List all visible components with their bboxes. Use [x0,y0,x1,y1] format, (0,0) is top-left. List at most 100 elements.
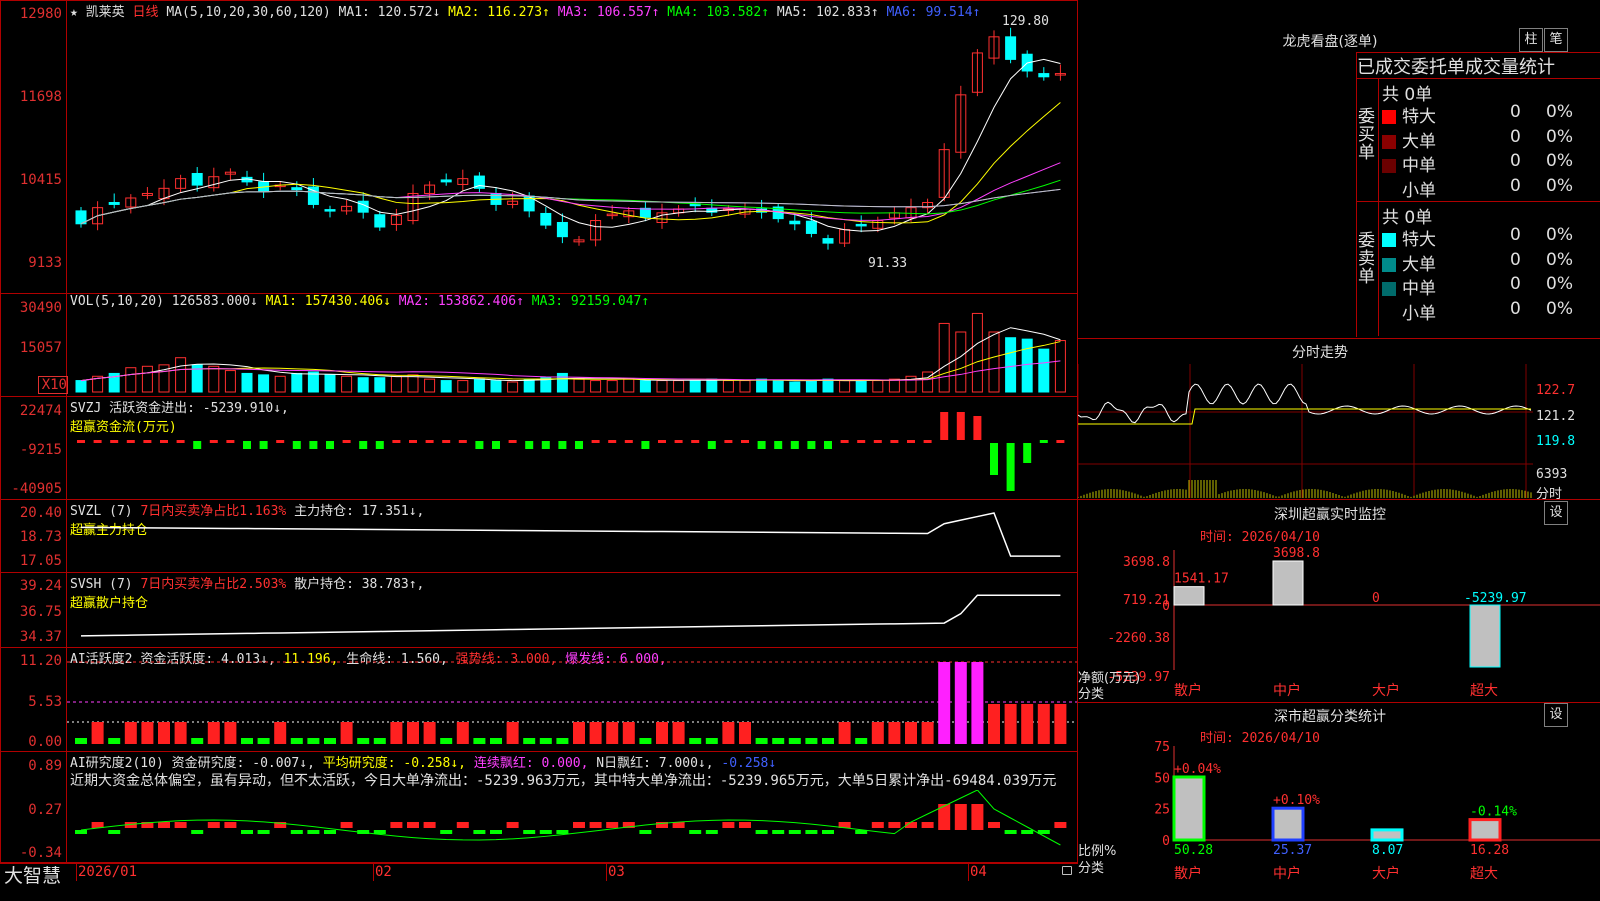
ss-bar [1370,828,1404,842]
tab-orders[interactable]: 委托单 [1411,57,1465,78]
activity-bar [357,738,370,744]
intraday-chart[interactable] [1078,364,1600,498]
buy-orders-label: 委买单 [1358,107,1375,163]
research-bar [639,830,652,834]
volume-chart[interactable] [67,308,1077,394]
ss-title: 深市超赢分类统计 [1274,709,1386,725]
bar-mode-button[interactable]: 柱 [1519,28,1543,52]
candle-body [1005,36,1017,60]
activity-bar [1004,704,1017,744]
candle-body [108,202,120,205]
fund-flow-bar [458,440,467,443]
lhb-col-divider [1378,78,1379,336]
volume-bar [656,380,668,393]
volume-bar [374,377,386,393]
activity-bar [456,722,469,744]
activity-bar [1037,704,1050,744]
svzj-axis-tick: -9215 [19,442,62,458]
activity-bar [938,662,951,744]
ss-value-label: 50.28 [1174,843,1213,858]
research-bar [473,830,486,834]
volume-bar [722,380,734,393]
price-high-label: 129.80 [1002,14,1049,29]
fund-flow-bar [425,440,434,443]
candle-body [556,221,568,238]
activity-bar [739,722,751,744]
svsh-chart[interactable] [67,573,1077,647]
research-bar [241,830,253,834]
fund-flow-bar [359,441,368,449]
ss-value-label: 25.37 [1273,843,1312,858]
sz-axis-tick: 0 [1162,599,1170,614]
order-pct: 0% [1546,249,1573,270]
activity-bar [274,722,287,744]
fund-flow-bar [790,441,799,449]
order-pct: 0% [1546,126,1573,147]
order-row: 中单 0 0% [1382,274,1600,299]
fund-flow-bar [541,441,550,449]
activity-bar [722,722,735,744]
volume-bar [706,378,718,393]
svzl-chart[interactable] [67,500,1077,572]
ai1-axis-tick: 5.53 [28,694,62,710]
fund-flow-bar [77,440,85,443]
volume-ma-line [80,327,1061,382]
fund-flow-bar [475,441,484,449]
ma-line [80,102,1061,225]
fund-flow-bar [575,441,583,449]
fund-flow-bar [160,440,168,443]
activity-bar [158,722,170,744]
activity-bar [788,738,801,744]
trade-mode-button[interactable]: 笔 [1544,28,1568,52]
fund-flow-bar [940,412,949,440]
research-bar [739,822,751,828]
candle-body [324,209,336,212]
ai2-a: 资金研究度: -0.007↓, [171,756,315,771]
ss-bar [1271,806,1305,842]
lhb-title: 龙虎看盘(逐单) [1282,34,1378,50]
ss-bar [1172,775,1206,842]
ai2-axis-tick: -0.34 [19,845,62,861]
activity-bar [705,738,718,744]
sz-bar-chart[interactable]: 3698.8719.21-2260.38-5239.9701541.17散户36… [1078,540,1600,700]
tab-filled[interactable]: 已成交 [1357,57,1411,78]
ss-category-label: 散户 [1174,865,1202,882]
activity-bar [324,738,336,744]
research-bar [423,822,436,828]
research-bar [755,830,768,834]
ai2-prefix: AI研究度2(10) [70,756,164,771]
ss-settings-button[interactable]: 设 [1544,703,1568,727]
volume-ma-line [80,341,1061,382]
volume-bar [556,372,568,393]
sz-bar [1469,604,1501,668]
fund-flow-bar [409,440,417,443]
volume-bar [274,375,286,393]
lock-icon[interactable] [1062,866,1072,875]
ai1-chart[interactable] [67,648,1077,750]
fund-flow-bar [840,440,849,443]
volume-bar [590,380,602,393]
activity-bar [506,722,519,744]
price-chart[interactable] [67,14,1077,292]
ss-bar-chart[interactable]: 75 50 25 0 +0.04% 50.28 散户 +0.10% 25.37 中户 8.07 大户 -… [1078,740,1600,900]
activity-bar [191,738,204,744]
activity-bar [772,738,785,744]
research-bar [1004,830,1017,834]
candle-body [1038,73,1050,78]
fund-flow-bar [143,440,152,443]
ai2-chart[interactable] [67,790,1077,862]
ai1-axis-tick: 0.00 [28,734,62,750]
activity-bar [855,738,868,744]
svzj-chart[interactable] [67,397,1077,499]
svzl-axis-tick: 17.05 [19,553,62,569]
sz-settings-button[interactable]: 设 [1544,501,1568,525]
main-position-line [80,512,1061,557]
sz-category-label: 大户 [1372,682,1400,699]
activity-bar [871,722,884,744]
research-bar [772,830,785,834]
research-bar [556,830,569,834]
tab-volume-stats[interactable]: 成交量统计 [1465,57,1555,78]
candle-body [855,223,867,227]
order-class: 特大 [1402,230,1436,250]
research-bar [523,830,536,834]
